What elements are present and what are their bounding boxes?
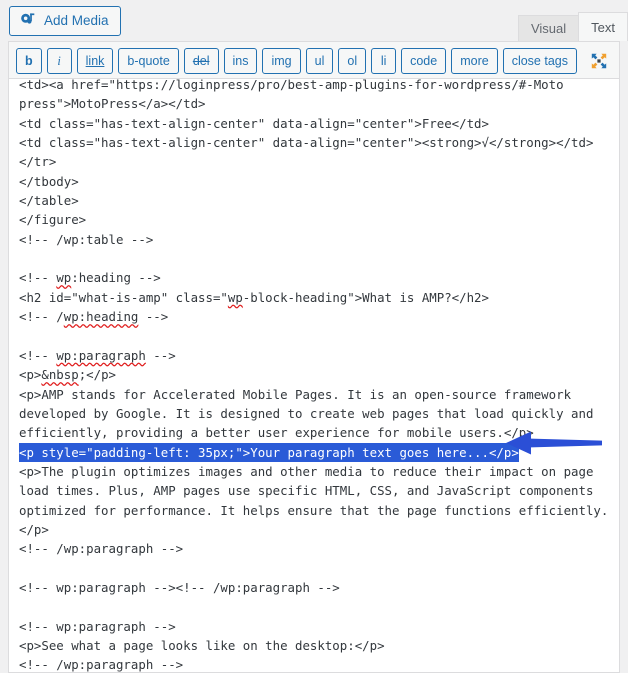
editor-content[interactable]: <td><a href="https://loginpress/pro/best… [19,79,611,672]
quicktag-label: ins [232,54,249,68]
quicktag-button-bold[interactable]: b [16,48,42,74]
quicktag-label: i [57,54,61,68]
editor-line[interactable]: </tr> [19,152,611,171]
quicktag-button-code[interactable]: code [401,48,447,74]
add-media-label: Add Media [44,13,109,29]
editor-line[interactable]: <!-- /wp:heading --> [19,307,611,326]
quicktag-button-del[interactable]: del [183,48,219,74]
editor-line[interactable]: <p>&nbsp;</p> [19,365,611,384]
quicktags-button-group: b i link b-quote del ins img ul ol li code more clos… [16,48,577,74]
editor-blank-line[interactable] [19,249,611,268]
editor-mode-tabs: Visual Text [517,8,628,41]
editor-line[interactable]: </tbody> [19,172,611,191]
editor-line[interactable]: <!-- /wp:table --> [19,230,611,249]
quicktag-label: img [271,54,292,68]
editor-line[interactable]: <td><a href="https://loginpress/pro/best… [19,79,611,94]
editor-line[interactable]: <p>The plugin optimizes images and other… [19,462,611,539]
spellcheck-underline: wp [56,270,72,286]
quicktag-label: link [85,54,105,68]
tab-text[interactable]: Text [578,12,628,41]
add-media-button[interactable]: Add Media [9,6,121,36]
editor-line[interactable]: </table> [19,191,611,210]
quicktag-button-li[interactable]: li [371,48,397,74]
quicktag-button-ol[interactable]: ol [338,48,367,74]
selected-code-line[interactable]: <p style="padding-left: 35px;">Your para… [19,442,519,462]
quicktag-button-link[interactable]: link [76,48,114,74]
spellcheck-underline: wp [227,289,243,305]
quicktag-label: del [192,54,210,68]
fullscreen-expand-icon[interactable] [587,49,611,73]
editor-line[interactable]: <!-- wp:heading --> [19,268,611,287]
tab-text-label: Text [591,20,615,35]
editor-line[interactable]: <p>See what a page looks like on the des… [19,636,611,655]
editor-line[interactable]: <p style="padding-left: 35px;">Your para… [19,442,611,462]
quicktags-toolbar: b i link b-quote del ins img ul ol li code more clos… [8,41,620,79]
editor-blank-line[interactable] [19,559,611,578]
quicktag-label: b [25,54,33,68]
media-icon [19,12,37,30]
editor-line[interactable]: press">MotoPress</a></td> [19,94,611,113]
editor-line[interactable]: <h2 id="what-is-amp" class="wp-block-hea… [19,288,611,307]
quicktag-label: more [460,54,489,68]
spellcheck-underline: wp:heading [63,309,139,325]
editor-line[interactable]: <td class="has-text-align-center" data-a… [19,133,611,152]
editor-line[interactable]: <!-- /wp:paragraph --> [19,539,611,558]
spellcheck-underline: &nbsp [41,367,79,383]
quicktag-button-italic[interactable]: i [46,48,72,74]
quicktag-label: code [410,54,438,68]
editor-line[interactable]: <!-- /wp:paragraph --> [19,655,611,672]
quicktag-button-more[interactable]: more [451,48,498,74]
editor-line[interactable]: </figure> [19,210,611,229]
classic-editor-screen: Add Media Visual Text b i link b-quote del in… [0,0,628,673]
quicktag-button-ins[interactable]: ins [223,48,258,74]
tab-visual[interactable]: Visual [517,15,580,41]
quicktag-button-b-quote[interactable]: b-quote [118,48,179,74]
editor-line[interactable]: <td class="has-text-align-center" data-a… [19,114,611,133]
text-editor-textarea[interactable]: <td><a href="https://loginpress/pro/best… [8,79,620,673]
tab-visual-label: Visual [530,21,567,36]
editor-line[interactable]: <!-- wp:paragraph --><!-- /wp:paragraph … [19,578,611,597]
spellcheck-underline: wp:paragraph [56,347,146,363]
quicktag-label: ol [347,54,358,68]
quicktag-button-close-tags[interactable]: close tags [502,48,577,74]
editor-blank-line[interactable] [19,326,611,345]
quicktag-label: close tags [511,54,568,68]
quicktag-button-img[interactable]: img [262,48,301,74]
editor-line[interactable]: <!-- wp:paragraph --> [19,346,611,365]
quicktag-button-ul[interactable]: ul [305,48,334,74]
quicktag-label: ul [314,54,325,68]
editor-top-row: Add Media Visual Text [0,0,628,41]
editor-line[interactable]: <!-- wp:paragraph --> [19,617,611,636]
quicktag-label: li [380,54,387,68]
editor-line[interactable]: <p>AMP stands for Accelerated Mobile Pag… [19,385,611,443]
editor-blank-line[interactable] [19,597,611,616]
quicktag-label: b-quote [127,54,170,68]
